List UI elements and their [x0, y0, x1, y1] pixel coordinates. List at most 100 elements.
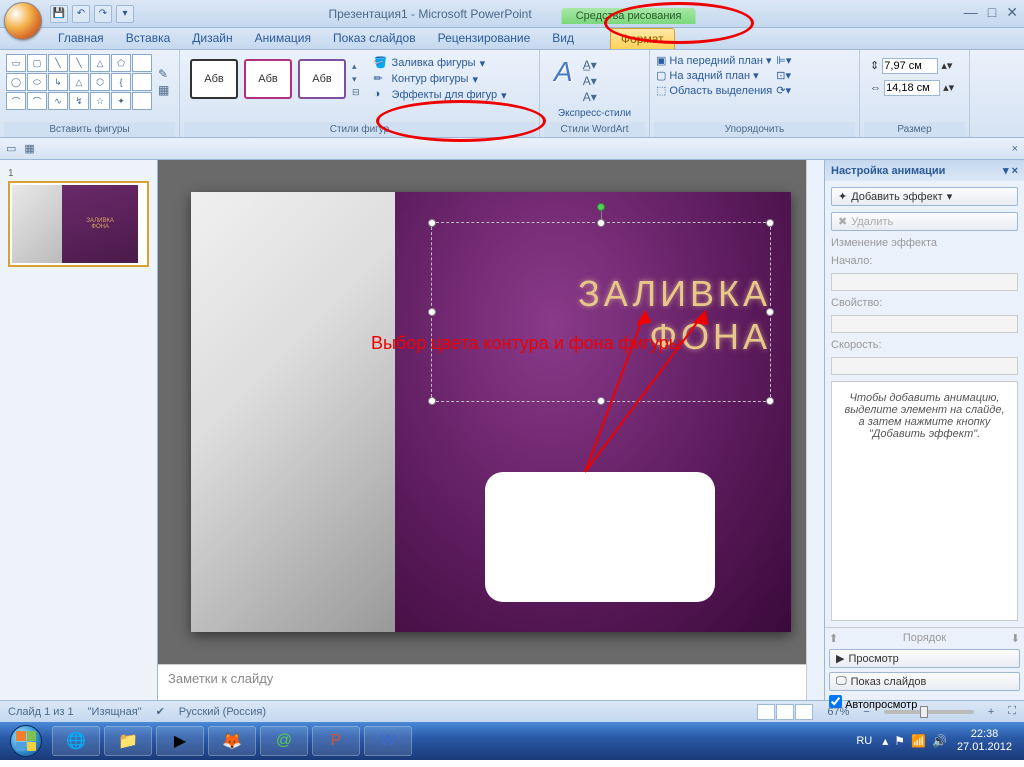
- order-up-icon[interactable]: ⬆: [829, 632, 838, 645]
- outline-icon: ✏: [374, 72, 388, 86]
- save-icon[interactable]: 💾: [50, 5, 68, 23]
- text-outline-icon[interactable]: A▾: [583, 74, 597, 88]
- gallery-more-icon[interactable]: ⊟: [352, 87, 360, 98]
- slide[interactable]: ЗАЛИВКА ФОНА Выбор цвета контура и фона …: [191, 192, 791, 632]
- taskbar-explorer-icon[interactable]: 📁: [104, 726, 152, 756]
- taskbar-powerpoint-icon[interactable]: P: [312, 726, 360, 756]
- tray-network-icon[interactable]: 📶: [911, 734, 926, 748]
- tab-review[interactable]: Рецензирование: [428, 28, 541, 49]
- maximize-icon[interactable]: □: [988, 4, 996, 21]
- height-field[interactable]: ⇕ ▴▾: [870, 58, 959, 74]
- language-status[interactable]: Русский (Россия): [179, 706, 266, 718]
- width-field[interactable]: ⇔ ▴▾: [870, 80, 959, 96]
- preview-button[interactable]: ▶ Просмотр: [829, 649, 1020, 668]
- taskbar-word-icon[interactable]: W: [364, 726, 412, 756]
- tab-slideshow[interactable]: Показ слайдов: [323, 28, 426, 49]
- remove-effect-button[interactable]: ✖Удалить: [831, 212, 1018, 231]
- group-label-shapes: Вставить фигуры: [4, 122, 175, 137]
- selection-icon: ⬚: [656, 84, 666, 97]
- text-box-icon[interactable]: ▦: [158, 83, 169, 97]
- bring-front-icon: ▣: [656, 54, 666, 67]
- speed-label: Скорость:: [831, 339, 1018, 351]
- vertical-scrollbar[interactable]: [806, 160, 824, 700]
- property-label: Свойство:: [831, 297, 1018, 309]
- anim-close-icon[interactable]: ×: [1012, 165, 1018, 177]
- close-pane-icon[interactable]: ×: [1012, 143, 1018, 155]
- tray-volume-icon[interactable]: 🔊: [932, 734, 947, 748]
- taskbar-ie-icon[interactable]: 🌐: [52, 726, 100, 756]
- outline-tab-icon[interactable]: ▭: [6, 142, 16, 155]
- fill-icon: 🪣: [374, 56, 388, 70]
- notes-pane[interactable]: Заметки к слайду: [158, 664, 824, 700]
- zoom-slider[interactable]: [884, 710, 974, 714]
- zoom-out-icon[interactable]: −: [863, 706, 869, 718]
- slide-right-panel: ЗАЛИВКА ФОНА: [395, 192, 791, 632]
- style-preset-3[interactable]: Абв: [298, 59, 346, 99]
- text-effects-icon[interactable]: A▾: [583, 90, 597, 104]
- group-button[interactable]: ⊡▾: [776, 69, 791, 82]
- shape-effects-button[interactable]: ◑Эффекты для фигур ▾: [374, 88, 507, 102]
- width-input[interactable]: [884, 80, 940, 96]
- title-bar: 💾 ↶ ↷ ▾ Презентация1 - Microsoft PowerPo…: [0, 0, 1024, 28]
- zoom-value[interactable]: 67%: [827, 706, 849, 718]
- height-input[interactable]: [882, 58, 938, 74]
- spellcheck-icon[interactable]: ✔: [156, 705, 165, 718]
- bring-front-button[interactable]: ▣На передний план ▾: [656, 54, 772, 67]
- rotate-button[interactable]: ⟳▾: [776, 84, 791, 97]
- tab-design[interactable]: Дизайн: [182, 28, 242, 49]
- taskbar-mail-icon[interactable]: @: [260, 726, 308, 756]
- tray-flag-icon[interactable]: ⚑: [894, 734, 905, 748]
- wordart-gallery[interactable]: A: [544, 52, 583, 104]
- property-dropdown[interactable]: [831, 315, 1018, 333]
- anim-dropdown-icon[interactable]: ▾: [1003, 165, 1009, 177]
- group-shape-styles: Абв Абв Абв ▴ ▾ ⊟ 🪣Заливка фигуры ▾ ✏Кон…: [180, 50, 540, 137]
- zoom-in-icon[interactable]: +: [988, 706, 994, 718]
- shape-outline-button[interactable]: ✏Контур фигуры ▾: [374, 72, 507, 86]
- send-back-button[interactable]: ▢На задний план ▾: [656, 69, 772, 82]
- tray-lang[interactable]: RU: [856, 735, 872, 747]
- minimize-icon[interactable]: —: [964, 4, 978, 21]
- taskbar-firefox-icon[interactable]: 🦊: [208, 726, 256, 756]
- sorter-view-icon[interactable]: [776, 704, 794, 720]
- edit-shape-icon[interactable]: ✎: [158, 67, 169, 81]
- tab-home[interactable]: Главная: [48, 28, 114, 49]
- align-button[interactable]: ⊫▾: [776, 54, 791, 67]
- group-arrange: ▣На передний план ▾ ▢На задний план ▾ ⬚О…: [650, 50, 860, 137]
- slide-thumbnail-1[interactable]: ЗАЛИВКА ФОНА: [8, 181, 149, 267]
- gallery-up-icon[interactable]: ▴: [352, 61, 360, 72]
- theme-name: "Изящная": [88, 706, 142, 718]
- send-back-icon: ▢: [656, 69, 666, 82]
- gallery-down-icon[interactable]: ▾: [352, 74, 360, 85]
- style-preset-2[interactable]: Абв: [244, 59, 292, 99]
- outline-thumbnails-bar: ▭ ▦ ×: [0, 138, 1024, 160]
- shape-style-gallery[interactable]: Абв Абв Абв ▴ ▾ ⊟: [184, 53, 366, 105]
- change-effect-label: Изменение эффекта: [831, 237, 1018, 249]
- tab-insert[interactable]: Вставка: [116, 28, 181, 49]
- text-fill-icon[interactable]: A̲▾: [583, 58, 597, 72]
- office-button[interactable]: [4, 2, 42, 40]
- tab-view[interactable]: Вид: [542, 28, 584, 49]
- order-down-icon[interactable]: ⬇: [1011, 632, 1020, 645]
- add-effect-button[interactable]: ✦Добавить эффект ▾: [831, 187, 1018, 206]
- taskbar-media-icon[interactable]: ▶: [156, 726, 204, 756]
- close-icon[interactable]: ✕: [1006, 4, 1018, 21]
- tab-animation[interactable]: Анимация: [245, 28, 321, 49]
- redo-icon[interactable]: ↷: [94, 5, 112, 23]
- slides-tab-icon[interactable]: ▦: [24, 142, 34, 155]
- shape-fill-button[interactable]: 🪣Заливка фигуры ▾: [374, 56, 507, 70]
- tab-format[interactable]: Формат: [610, 28, 675, 49]
- fit-window-icon[interactable]: ⛶: [1008, 705, 1016, 718]
- tray-clock[interactable]: 22:38 27.01.2012: [957, 728, 1012, 754]
- start-button[interactable]: [4, 722, 48, 760]
- start-dropdown[interactable]: [831, 273, 1018, 291]
- undo-icon[interactable]: ↶: [72, 5, 90, 23]
- selection-pane-button[interactable]: ⬚Область выделения: [656, 84, 772, 97]
- style-preset-1[interactable]: Абв: [190, 59, 238, 99]
- qat-more-icon[interactable]: ▾: [116, 5, 134, 23]
- speed-dropdown[interactable]: [831, 357, 1018, 375]
- slideshow-view-icon[interactable]: [795, 704, 813, 720]
- shapes-gallery[interactable]: ▭▢╲╲△⬠ ◯⬭↳△⬡{ ⌒⌒∿↯☆✦: [4, 52, 154, 112]
- slideshow-button[interactable]: 🖵 Показ слайдов: [829, 672, 1020, 691]
- tray-up-icon[interactable]: ▴: [882, 734, 888, 748]
- normal-view-icon[interactable]: [757, 704, 775, 720]
